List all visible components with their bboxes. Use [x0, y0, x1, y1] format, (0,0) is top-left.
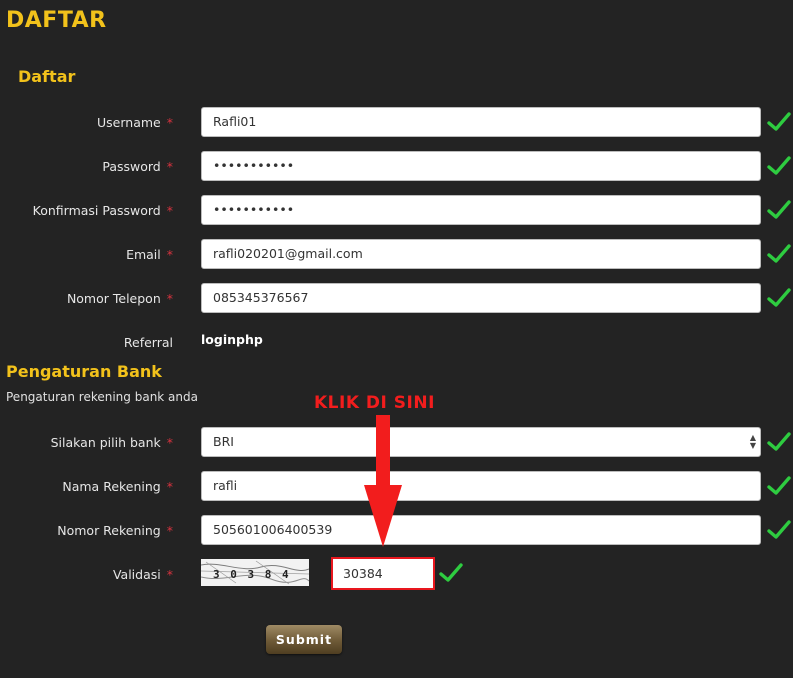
email-label: Email *	[126, 247, 173, 262]
check-icon	[767, 110, 791, 134]
account-number-input[interactable]: 505601006400539	[201, 515, 761, 545]
required-mark: *	[166, 159, 173, 174]
section-title-bank: Pengaturan Bank	[6, 362, 162, 381]
confirm-password-input[interactable]: •••••••••••	[201, 195, 761, 225]
validation-label: Validasi *	[112, 567, 173, 582]
page-title: DAFTAR	[6, 8, 107, 33]
phone-input[interactable]: 085345376567	[201, 283, 761, 313]
annotation-label: KLIK DI SINI	[314, 393, 435, 413]
account-name-input[interactable]: rafli	[201, 471, 761, 501]
password-label: Password *	[102, 159, 173, 174]
confirm-password-label: Konfirmasi Password *	[32, 203, 173, 218]
required-mark: *	[166, 247, 173, 262]
arrow-down-icon	[364, 415, 402, 547]
password-row: Password * •••••••••••	[0, 151, 793, 183]
check-icon	[767, 518, 791, 542]
bank-select-value: BRI	[213, 434, 234, 449]
check-icon	[767, 198, 791, 222]
captcha-input[interactable]: 30384	[331, 557, 435, 590]
check-icon	[767, 242, 791, 266]
required-mark: *	[166, 291, 173, 306]
username-row: Username * Rafli01	[0, 107, 793, 139]
check-icon	[767, 154, 791, 178]
account-number-label: Nomor Rekening *	[57, 523, 173, 538]
section-title-daftar: Daftar	[18, 67, 76, 86]
check-icon	[767, 430, 791, 454]
captcha-image: 3 0 3 8 4	[201, 559, 309, 586]
required-mark: *	[166, 479, 173, 494]
check-icon	[767, 286, 791, 310]
required-mark: *	[166, 523, 173, 538]
check-icon	[439, 561, 463, 585]
username-label: Username *	[97, 115, 173, 130]
required-mark: *	[166, 435, 173, 450]
bank-select[interactable]: BRI ▲ ▼	[201, 427, 761, 457]
select-arrows-icon: ▲ ▼	[749, 433, 756, 450]
required-mark: *	[166, 567, 173, 582]
bank-select-label: Silakan pilih bank *	[50, 435, 173, 450]
captcha-text: 3 0 3 8 4	[213, 568, 291, 581]
submit-button[interactable]: Submit	[266, 625, 342, 654]
check-icon	[767, 474, 791, 498]
phone-row: Nomor Telepon * 085345376567	[0, 283, 793, 315]
referral-value: loginphp	[201, 332, 263, 347]
email-input[interactable]: rafli020201@gmail.com	[201, 239, 761, 269]
required-mark: *	[166, 115, 173, 130]
confirm-password-row: Konfirmasi Password * •••••••••••	[0, 195, 793, 227]
referral-row: Referral loginphp	[0, 327, 793, 359]
bank-description: Pengaturan rekening bank anda	[6, 390, 198, 404]
phone-label: Nomor Telepon *	[66, 291, 173, 306]
email-row: Email * rafli020201@gmail.com	[0, 239, 793, 271]
referral-label: Referral	[123, 335, 173, 350]
password-input[interactable]: •••••••••••	[201, 151, 761, 181]
account-name-label: Nama Rekening *	[62, 479, 173, 494]
username-input[interactable]: Rafli01	[201, 107, 761, 137]
required-mark: *	[166, 203, 173, 218]
